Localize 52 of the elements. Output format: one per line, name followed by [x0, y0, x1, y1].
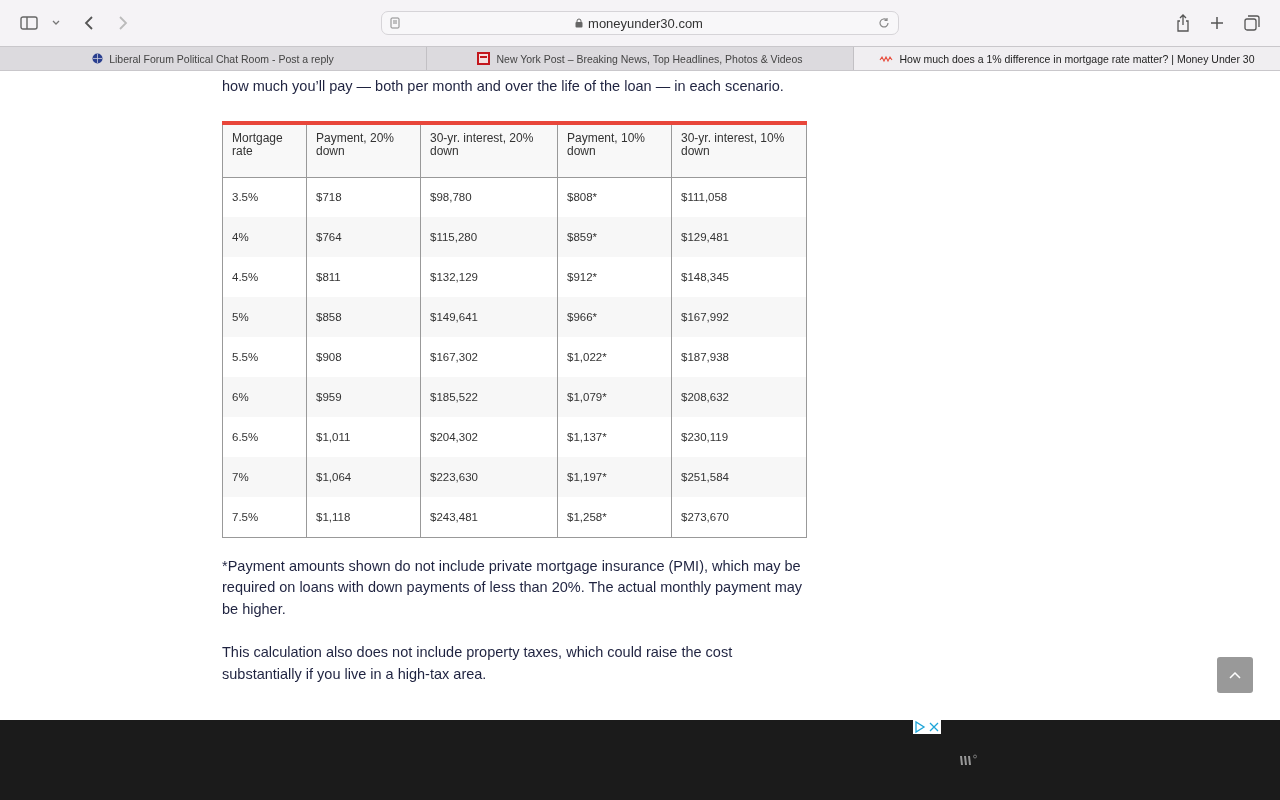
chevron-down-icon[interactable] — [52, 20, 60, 26]
logo-icon — [958, 754, 978, 766]
table-cell: $858 — [306, 297, 421, 337]
chevron-up-icon — [1229, 671, 1241, 679]
address-text: moneyunder30.com — [588, 15, 703, 31]
table-cell: 7% — [222, 457, 307, 497]
table-cell: $764 — [306, 217, 421, 257]
table-cell: $1,197* — [557, 457, 672, 497]
table-cell: $243,481 — [420, 497, 558, 537]
tabs-overview-icon[interactable] — [1244, 15, 1260, 31]
column-header: Mortgage rate — [222, 123, 307, 177]
wave-icon — [879, 54, 894, 63]
table-cell: $273,670 — [671, 497, 807, 537]
paragraph: This calculation also does not include property taxes, which could raise the cost substantially if you live in a high-tax area. — [222, 643, 734, 684]
address-bar[interactable]: moneyunder30.com — [381, 11, 899, 35]
column-header: 30-yr. interest, 20% down — [420, 123, 558, 177]
table-cell: $167,992 — [671, 297, 807, 337]
table-cell: $223,630 — [420, 457, 558, 497]
table-cell: $185,522 — [420, 377, 558, 417]
table-cell: $1,079* — [557, 377, 672, 417]
browser-tab[interactable]: How much does a 1% difference in mortgage rate matter? | Money Under 30 — [854, 47, 1280, 70]
share-icon[interactable] — [1176, 14, 1190, 32]
table-cell: $959 — [306, 377, 421, 417]
back-icon[interactable] — [84, 15, 94, 31]
table-cell: 5% — [222, 297, 307, 337]
table-cell: $129,481 — [671, 217, 807, 257]
ad-choices-icon[interactable] — [913, 720, 941, 734]
plus-icon[interactable] — [1210, 16, 1224, 30]
table-cell: 6% — [222, 377, 307, 417]
table-cell: $251,584 — [671, 457, 807, 497]
table-cell: $115,280 — [420, 217, 558, 257]
column-header: Payment, 20% down — [306, 123, 421, 177]
lock-icon — [575, 18, 584, 28]
paragraph: *Payment amounts shown do not include private mortgage insurance (PMI), which may be required on loans with down payments of less than 20%. The actual monthly payment may be higher. — [222, 556, 804, 619]
reload-icon[interactable] — [878, 17, 890, 29]
sidebar-icon[interactable] — [20, 16, 38, 30]
browser-tab[interactable]: Liberal Forum Political Chat Room - Post a reply — [0, 47, 427, 70]
table-cell: $1,258* — [557, 497, 672, 537]
table-cell: $859* — [557, 217, 672, 257]
table-cell: $208,632 — [671, 377, 807, 417]
paragraph: how much you’ll pay — both per month and over the life of the loan — in each scenario. — [222, 77, 785, 96]
page-icon — [390, 17, 400, 29]
table-cell: $966* — [557, 297, 672, 337]
table-cell: $1,064 — [306, 457, 421, 497]
table-cell: $149,641 — [420, 297, 558, 337]
column-header: Payment, 10% down — [557, 123, 672, 177]
table-cell: 4% — [222, 217, 307, 257]
table-cell: $1,118 — [306, 497, 421, 537]
column-header: 30-yr. interest, 10% down — [671, 123, 807, 177]
globe-icon — [92, 53, 104, 64]
table-cell: 7.5% — [222, 497, 307, 537]
newspaper-icon — [477, 52, 491, 65]
